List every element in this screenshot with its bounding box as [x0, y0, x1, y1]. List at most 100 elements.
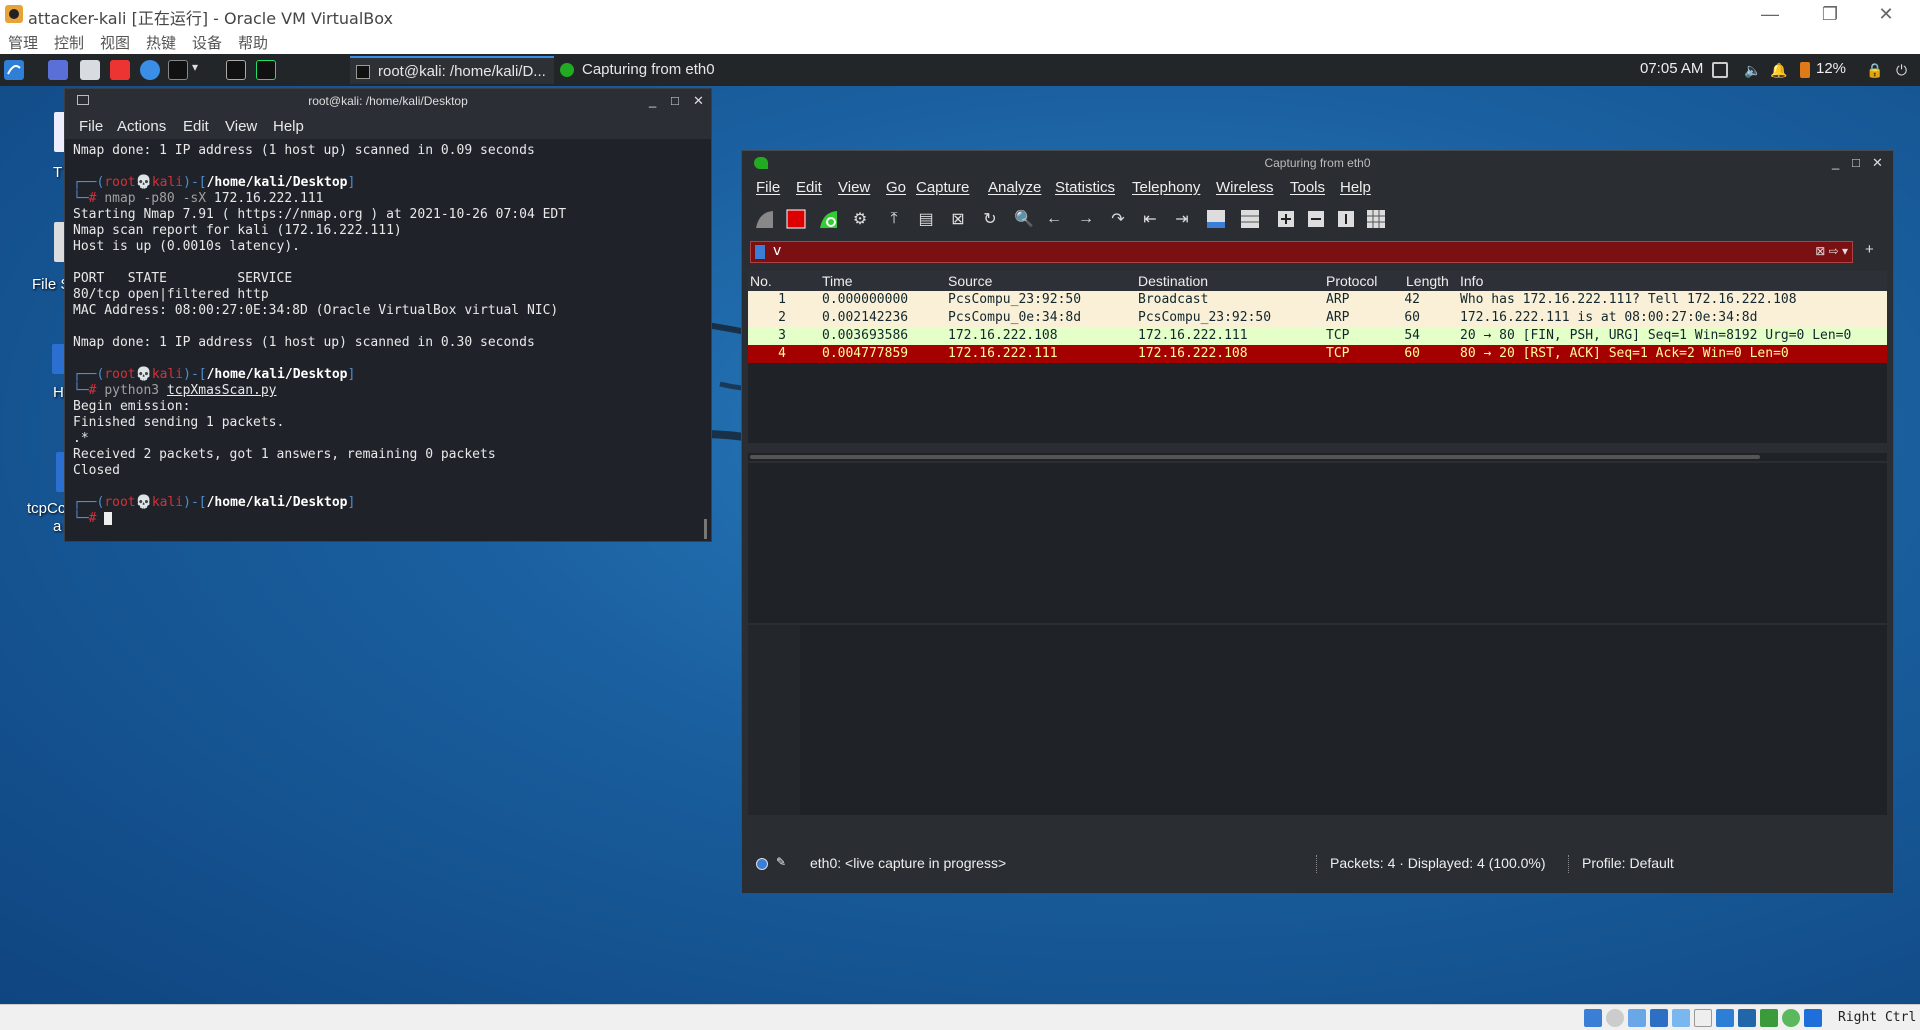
workspace-1-icon[interactable] [226, 60, 246, 80]
display-icon[interactable] [1716, 1009, 1734, 1027]
zoom-out-icon[interactable] [1304, 207, 1328, 231]
usb-icon[interactable] [1672, 1009, 1690, 1027]
kali-menu-icon[interactable] [4, 60, 24, 80]
battery-icon[interactable] [1800, 62, 1810, 78]
notification-bell-icon[interactable]: 🔔 [1770, 62, 1787, 78]
wireshark-titlebar[interactable]: Capturing from eth0 _ □ ✕ [742, 151, 1893, 175]
ws-menu-analyze[interactable]: Analyze [988, 179, 1041, 196]
workspace-2-icon[interactable] [256, 60, 276, 80]
ws-menu-view[interactable]: View [838, 179, 870, 196]
lock-icon[interactable]: 🔒 [1866, 62, 1883, 78]
terminal-menu-actions[interactable]: Actions [117, 118, 166, 135]
col-protocol[interactable]: Protocol [1326, 273, 1377, 289]
menu-manage[interactable]: 管理 [8, 32, 38, 53]
cpu-icon[interactable] [1760, 1009, 1778, 1027]
capture-comment-icon[interactable]: ✎ [776, 855, 786, 869]
status-profile[interactable]: Profile: Default [1582, 855, 1674, 871]
open-file-icon[interactable]: ⤒ [882, 207, 906, 231]
autoscroll-icon[interactable] [1204, 207, 1228, 231]
resize-columns-icon[interactable] [1364, 207, 1388, 231]
restore-button[interactable]: ❐ [1810, 2, 1850, 26]
desktop-icon-label-5[interactable]: a [53, 518, 61, 535]
zoom-in-icon[interactable] [1274, 207, 1298, 231]
task-wireshark[interactable]: Capturing from eth0 [554, 56, 754, 84]
go-back-icon[interactable]: ← [1042, 207, 1066, 231]
ws-menu-telephony[interactable]: Telephony [1132, 179, 1200, 196]
terminal-titlebar[interactable]: root@kali: /home/kali/Desktop _ □ ✕ [65, 89, 711, 113]
reload-file-icon[interactable]: ↻ [978, 207, 1002, 231]
wireshark-minimize-button[interactable]: _ [1832, 151, 1839, 175]
packet-row[interactable]: 4 0.004777859 172.16.222.111 172.16.222.108… [748, 345, 1887, 363]
display-icon[interactable] [1712, 62, 1728, 78]
ws-menu-help[interactable]: Help [1340, 179, 1371, 196]
terminal-close-button[interactable]: ✕ [693, 89, 704, 113]
ws-menu-file[interactable]: File [756, 179, 780, 196]
ws-menu-capture[interactable]: Capture [916, 179, 969, 196]
stop-capture-icon[interactable] [784, 207, 808, 231]
task-terminal[interactable]: root@kali: /home/kali/D... [350, 56, 554, 84]
audio-icon[interactable] [1628, 1009, 1646, 1027]
go-forward-icon[interactable]: → [1074, 207, 1098, 231]
desktop-icon-label-4[interactable]: tcpCc [27, 500, 65, 517]
save-file-icon[interactable]: ▤ [914, 207, 938, 231]
capture-options-icon[interactable]: ⚙ [848, 207, 872, 231]
menu-devices[interactable]: 设备 [192, 32, 222, 53]
packet-row[interactable]: 3 0.003693586 172.16.222.108 172.16.222.111… [748, 327, 1887, 345]
mouse-integration-icon[interactable] [1804, 1009, 1822, 1027]
terminal-menu-edit[interactable]: Edit [183, 118, 209, 135]
network-icon[interactable] [1650, 1009, 1668, 1027]
first-packet-icon[interactable]: ⇤ [1138, 207, 1162, 231]
shared-folders-icon[interactable] [1694, 1009, 1712, 1027]
col-source[interactable]: Source [948, 273, 992, 289]
file-manager-icon[interactable] [80, 60, 100, 80]
desktop-icon-label-1[interactable]: T [53, 164, 62, 181]
terminal-launcher-icon[interactable] [168, 60, 188, 80]
terminal-minimize-button[interactable]: _ [649, 89, 656, 113]
col-length[interactable]: Length [1406, 273, 1449, 289]
filter-clear-apply-icons[interactable]: ⊠ ⇨ ▾ [1815, 244, 1848, 258]
chevron-down-icon[interactable]: ▾ [192, 60, 212, 80]
capture-status-icon[interactable] [756, 858, 768, 870]
packet-list[interactable]: No. Time Source Destination Protocol Len… [748, 271, 1887, 443]
ws-menu-tools[interactable]: Tools [1290, 179, 1325, 196]
terminal-menu-file[interactable]: File [79, 118, 103, 135]
normal-size-icon[interactable] [1334, 207, 1358, 231]
terminal-menu-view[interactable]: View [225, 118, 257, 135]
wireshark-maximize-button[interactable]: □ [1852, 151, 1860, 175]
desktop-icon-label-3[interactable]: H [53, 384, 64, 401]
wireshark-close-button[interactable]: ✕ [1872, 151, 1883, 175]
logout-icon[interactable]: ⏻ [1896, 62, 1912, 78]
packet-bytes-pane[interactable] [748, 625, 1887, 815]
close-button[interactable]: ✕ [1866, 2, 1906, 26]
volume-icon[interactable]: 🔈 [1744, 62, 1761, 78]
close-file-icon[interactable]: ⊠ [946, 207, 970, 231]
menu-hotkeys[interactable]: 热键 [146, 32, 176, 53]
menu-view[interactable]: 视图 [100, 32, 130, 53]
last-packet-icon[interactable]: ⇥ [1170, 207, 1194, 231]
go-to-packet-icon[interactable]: ↷ [1106, 207, 1130, 231]
bookmark-icon[interactable] [755, 245, 765, 259]
packet-details-pane[interactable] [748, 463, 1887, 623]
minimize-button[interactable]: — [1750, 2, 1790, 26]
find-packet-icon[interactable]: 🔍 [1012, 207, 1036, 231]
packet-row[interactable]: 1 0.000000000 PcsCompu_23:92:50 Broadcast AR… [748, 291, 1887, 309]
optical-drive-icon[interactable] [1606, 1009, 1624, 1027]
add-filter-button[interactable]: + [1865, 241, 1874, 258]
show-desktop-icon[interactable] [48, 60, 68, 80]
start-capture-icon[interactable] [752, 207, 776, 231]
recording-icon[interactable] [1738, 1009, 1756, 1027]
menu-control[interactable]: 控制 [54, 32, 84, 53]
panel-clock[interactable]: 07:05 AM [1640, 60, 1703, 77]
ws-menu-edit[interactable]: Edit [796, 179, 822, 196]
terminal-menu-help[interactable]: Help [273, 118, 304, 135]
terminal-scrollbar[interactable] [704, 519, 707, 539]
display-filter-input[interactable]: v ⊠ ⇨ ▾ [750, 241, 1853, 263]
hard-disk-icon[interactable] [1584, 1009, 1602, 1027]
col-time[interactable]: Time [822, 273, 853, 289]
packet-list-hscrollbar[interactable] [750, 455, 1760, 459]
menu-help[interactable]: 帮助 [238, 32, 268, 53]
packet-row[interactable]: 2 0.002142236 PcsCompu_0e:34:8d PcsCompu_23… [748, 309, 1887, 327]
web-browser-icon[interactable] [140, 60, 160, 80]
col-info[interactable]: Info [1460, 273, 1483, 289]
restart-capture-icon[interactable] [816, 207, 840, 231]
